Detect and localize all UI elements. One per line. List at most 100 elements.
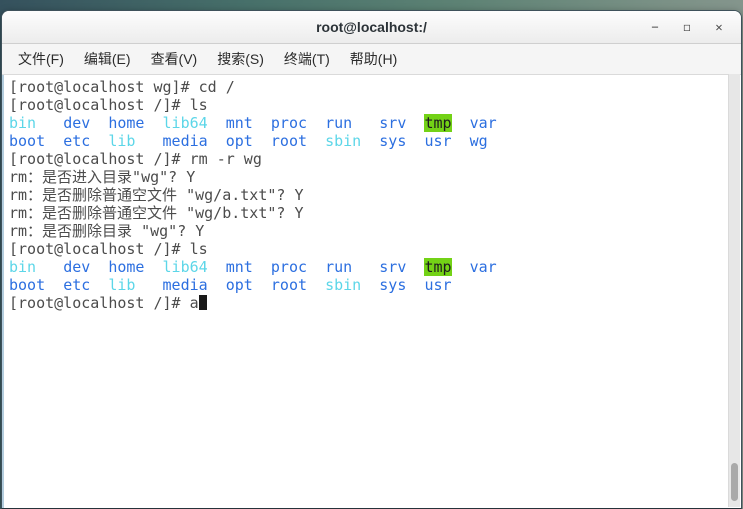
terminal-text-segment — [90, 132, 108, 150]
terminal-text-segment — [452, 114, 470, 132]
terminal-text-segment — [144, 114, 162, 132]
terminal-text-segment — [90, 258, 108, 276]
terminal-text-segment — [452, 132, 470, 150]
terminal-text-segment: home — [108, 114, 144, 132]
terminal-text-segment: run — [325, 258, 352, 276]
terminal-text-segment: lib — [108, 132, 135, 150]
terminal-text-segment — [307, 132, 325, 150]
terminal-text-segment: media — [163, 132, 208, 150]
close-icon[interactable]: ✕ — [707, 16, 731, 38]
terminal-text-segment — [253, 132, 271, 150]
terminal-text-segment: var — [470, 114, 497, 132]
terminal-text-segment — [208, 114, 226, 132]
terminal-text-segment: lib64 — [163, 258, 208, 276]
terminal-text-segment: [root@localhost /]# a — [9, 294, 199, 312]
terminal-text-segment — [406, 132, 424, 150]
terminal-text-segment — [406, 276, 424, 294]
terminal-line: rm：是否删除普通空文件 "wg/a.txt"? Y — [9, 186, 723, 204]
window-controls: − ◻ ✕ — [643, 11, 731, 43]
terminal-text-segment: dev — [63, 258, 90, 276]
terminal-line: [root@localhost /]# ls — [9, 96, 723, 114]
terminal-text-segment: opt — [226, 276, 253, 294]
terminal-text-segment: usr — [424, 276, 451, 294]
terminal-window: root@localhost:/ − ◻ ✕ 文件(F)编辑(E)查看(V)搜索… — [1, 10, 742, 509]
terminal-line: rm：是否删除目录 "wg"? Y — [9, 222, 723, 240]
terminal-line: bin dev home lib64 mnt proc run srv tmp … — [9, 114, 723, 132]
terminal-text-segment: root — [271, 276, 307, 294]
terminal-line: bin dev home lib64 mnt proc run srv tmp … — [9, 258, 723, 276]
terminal-text-segment — [307, 258, 325, 276]
terminal-text-segment: boot — [9, 276, 45, 294]
terminal-line: [root@localhost /]# rm -r wg — [9, 150, 723, 168]
terminal-text-segment — [90, 114, 108, 132]
terminal-text-segment — [36, 258, 63, 276]
terminal-text-segment: sbin — [325, 132, 361, 150]
terminal-text-segment: lib64 — [163, 114, 208, 132]
minimize-icon[interactable]: − — [643, 16, 667, 38]
terminal-text-segment — [45, 276, 63, 294]
window-title: root@localhost:/ — [2, 11, 741, 43]
terminal-text-segment — [307, 114, 325, 132]
terminal-line: [root@localhost wg]# cd / — [9, 78, 723, 96]
menu-item-3[interactable]: 查看(V) — [141, 44, 208, 74]
terminal-line: [root@localhost /]# a — [9, 294, 723, 312]
terminal-text-segment: wg — [470, 132, 488, 150]
terminal-text-segment: [root@localhost /]# ls — [9, 96, 208, 114]
terminal-text-segment — [352, 258, 379, 276]
scrollbar-thumb[interactable] — [731, 463, 738, 501]
menu-item-1[interactable]: 文件(F) — [8, 44, 74, 74]
terminal-text-segment: rm：是否删除普通空文件 "wg/a.txt"? Y — [9, 186, 304, 204]
menu-item-6[interactable]: 帮助(H) — [340, 44, 407, 74]
terminal-text-segment: run — [325, 114, 352, 132]
terminal-text-segment: [root@localhost /]# rm -r wg — [9, 150, 262, 168]
titlebar[interactable]: root@localhost:/ − ◻ ✕ — [2, 11, 741, 44]
terminal-text-segment: [root@localhost /]# ls — [9, 240, 208, 258]
terminal-text-segment — [406, 258, 424, 276]
terminal-text-segment: [root@localhost wg]# cd / — [9, 78, 235, 96]
terminal-text-segment: boot — [9, 132, 45, 150]
menu-item-5[interactable]: 终端(T) — [274, 44, 340, 74]
terminal-line: rm：是否进入目录"wg"? Y — [9, 168, 723, 186]
terminal-text-segment: media — [163, 276, 208, 294]
terminal-text-segment: dev — [63, 114, 90, 132]
terminal-text-segment: etc — [63, 276, 90, 294]
terminal-text-segment: srv — [379, 258, 406, 276]
menu-item-4[interactable]: 搜索(S) — [207, 44, 274, 74]
terminal-text-segment: mnt — [226, 258, 253, 276]
terminal-text-segment: rm：是否删除普通空文件 "wg/b.txt"? Y — [9, 204, 304, 222]
terminal-text-segment — [36, 114, 63, 132]
terminal-text-segment: sys — [379, 276, 406, 294]
terminal-text-segment — [144, 258, 162, 276]
terminal-text-segment: srv — [379, 114, 406, 132]
terminal-output[interactable]: [root@localhost wg]# cd /[root@localhost… — [2, 75, 741, 508]
terminal-text-segment — [352, 114, 379, 132]
terminal-line: [root@localhost /]# ls — [9, 240, 723, 258]
terminal-text-segment — [406, 114, 424, 132]
terminal-text-segment: usr — [424, 132, 451, 150]
terminal-text-segment — [208, 132, 226, 150]
terminal-text-segment — [208, 276, 226, 294]
terminal-text-segment — [45, 132, 63, 150]
terminal-text-segment: home — [108, 258, 144, 276]
maximize-icon[interactable]: ◻ — [675, 16, 699, 38]
terminal-text-segment: etc — [63, 132, 90, 150]
terminal-text-segment — [135, 276, 162, 294]
terminal-text-segment: tmp — [424, 258, 451, 276]
terminal-text-segment — [253, 114, 271, 132]
terminal-text-segment: var — [470, 258, 497, 276]
terminal-text-segment — [253, 258, 271, 276]
terminal-text-segment: tmp — [424, 114, 451, 132]
terminal-text-segment: sbin — [325, 276, 361, 294]
terminal-text-segment: root — [271, 132, 307, 150]
terminal-text-segment: proc — [271, 114, 307, 132]
terminal-text-segment: sys — [379, 132, 406, 150]
terminal-text-segment — [208, 258, 226, 276]
terminal-text-segment: proc — [271, 258, 307, 276]
terminal-text-segment: opt — [226, 132, 253, 150]
menubar: 文件(F)编辑(E)查看(V)搜索(S)终端(T)帮助(H) — [2, 44, 741, 75]
menu-item-2[interactable]: 编辑(E) — [74, 44, 141, 74]
terminal-text-segment — [307, 276, 325, 294]
scrollbar[interactable] — [728, 74, 740, 507]
terminal-text-segment: rm：是否删除目录 "wg"? Y — [9, 222, 204, 240]
terminal-text-segment — [361, 132, 379, 150]
